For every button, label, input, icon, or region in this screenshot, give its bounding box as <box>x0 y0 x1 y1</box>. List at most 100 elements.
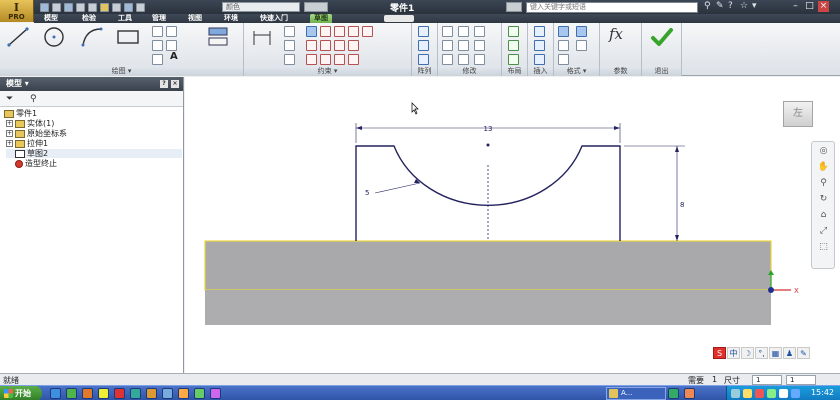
save-icon[interactable] <box>64 2 73 12</box>
look-at-icon[interactable]: ⌂ <box>817 210 830 221</box>
app-shortcut-icon[interactable] <box>146 388 157 399</box>
copy-icon[interactable] <box>442 40 453 51</box>
orbit-icon[interactable]: ↻ <box>817 194 830 205</box>
constrain-panel-label[interactable]: 约束 ▾ <box>244 66 411 76</box>
centerline-icon[interactable] <box>576 26 587 37</box>
ime-punctuation-icon[interactable]: °, <box>755 347 768 359</box>
appearance-select[interactable] <box>304 2 328 12</box>
ime-tools-icon[interactable]: ✎ <box>797 347 810 359</box>
ime-chinese-mode[interactable]: 中 <box>727 347 740 359</box>
horizontal-constraint-icon[interactable] <box>334 40 345 51</box>
redo-icon[interactable] <box>88 2 97 12</box>
media-player-icon[interactable] <box>82 388 93 399</box>
tray-app-icon[interactable] <box>779 389 788 398</box>
construction-line-icon[interactable] <box>558 26 569 37</box>
taskbar-inventor-window[interactable]: A... <box>606 387 666 400</box>
help-search-input[interactable]: 键入关键字或短语 <box>526 2 698 13</box>
acad-import-icon[interactable] <box>534 54 545 65</box>
expand-toggle[interactable]: + <box>6 140 13 147</box>
lock-constraint-icon[interactable] <box>362 26 373 37</box>
split-icon[interactable] <box>458 54 469 65</box>
explorer-icon[interactable] <box>98 388 109 399</box>
equal-constraint-icon[interactable] <box>348 40 359 51</box>
app-shortcut-icon[interactable] <box>210 388 221 399</box>
show-constraints-icon[interactable] <box>284 40 295 51</box>
app-shortcut-icon[interactable] <box>162 388 173 399</box>
app-shortcut-icon[interactable] <box>178 388 189 399</box>
create-block-icon[interactable] <box>508 54 519 65</box>
polygon-tool-icon[interactable] <box>166 40 177 51</box>
radius-dimension-text[interactable]: 5 <box>365 189 369 197</box>
steering-wheel-icon[interactable]: ◎ <box>817 146 830 157</box>
help-icon[interactable]: ? <box>728 1 733 11</box>
favorites-icon[interactable]: ☆ <box>740 1 748 11</box>
show-format-icon[interactable] <box>558 54 569 65</box>
constraint-settings-icon[interactable] <box>284 54 295 65</box>
rectangle-tool-icon[interactable] <box>116 25 140 49</box>
tree-node-origin[interactable]: + 原始坐标系 <box>6 129 67 138</box>
mirror-icon[interactable] <box>418 54 429 65</box>
browser-title[interactable]: 模型 ▾ <box>6 79 29 88</box>
print-icon[interactable] <box>136 2 145 12</box>
parallel-constraint-icon[interactable] <box>306 40 317 51</box>
extend-icon[interactable] <box>458 40 469 51</box>
arc-center-point[interactable] <box>486 143 490 147</box>
smooth-constraint-icon[interactable] <box>320 54 331 65</box>
help-dropdown-icon[interactable]: ▾ <box>752 1 757 11</box>
rotate-icon[interactable] <box>442 54 453 65</box>
tools-icon[interactable]: ✎ <box>716 1 724 11</box>
ellipse-tool-icon[interactable] <box>152 40 163 51</box>
driven-dimension-icon[interactable] <box>576 40 587 51</box>
search-options-button[interactable] <box>506 2 522 12</box>
pan-hand-icon[interactable]: ✋ <box>817 162 830 173</box>
insert-points-icon[interactable] <box>534 40 545 51</box>
taskbar-app-icon[interactable] <box>668 388 679 399</box>
tab-inspect[interactable]: 检验 <box>78 14 100 23</box>
sogou-logo-icon[interactable]: S <box>713 347 726 359</box>
find-binoculars-icon[interactable]: ⚲ <box>30 94 37 104</box>
format-panel-label[interactable]: 格式 ▾ <box>554 66 599 76</box>
binoculars-icon[interactable]: ⚲ <box>704 1 711 11</box>
stretch-icon[interactable] <box>474 40 485 51</box>
zoom-icon[interactable]: ⚲ <box>817 178 830 189</box>
tree-node-sketch[interactable]: 草图2 <box>6 149 182 158</box>
app-shortcut-icon[interactable] <box>114 388 125 399</box>
tab-sketch[interactable]: 草图 <box>310 14 332 23</box>
rectangular-pattern-icon[interactable] <box>418 26 429 37</box>
tree-node-end-of-part[interactable]: 造型终止 <box>6 159 57 168</box>
tree-node-part[interactable]: 零件1 <box>4 109 37 118</box>
network-icon[interactable] <box>731 389 740 398</box>
arc-tool-icon[interactable] <box>80 25 104 49</box>
insert-image-icon[interactable] <box>534 26 545 37</box>
tab-environment[interactable]: 环境 <box>220 14 242 23</box>
update-icon[interactable] <box>124 2 133 12</box>
fix-constraint-icon[interactable] <box>348 26 359 37</box>
application-menu-button[interactable]: I PRO <box>0 0 34 22</box>
vertical-constraint-icon[interactable] <box>334 54 345 65</box>
extruded-body-face[interactable] <box>204 240 772 291</box>
tab-view[interactable]: 视图 <box>184 14 206 23</box>
clock[interactable]: 15:42 <box>811 388 834 397</box>
make-part-icon[interactable] <box>508 26 519 37</box>
draw-panel-label[interactable]: 绘图 ▾ <box>0 66 243 76</box>
tab-getting-started[interactable]: 快速入门 <box>256 14 292 23</box>
trim-icon[interactable] <box>458 26 469 37</box>
tab-minimize-toggle[interactable] <box>384 15 414 22</box>
ime-moon-icon[interactable]: ☽ <box>741 347 754 359</box>
tree-node-solid-bodies[interactable]: + 实体(1) <box>6 119 54 128</box>
point-tool-icon[interactable] <box>152 54 163 65</box>
auto-dimension-icon[interactable] <box>284 26 295 37</box>
zoom-extents-icon[interactable]: ⤢ <box>817 226 830 237</box>
minimize-button[interactable]: – <box>790 1 801 12</box>
tangent-constraint-icon[interactable] <box>306 54 317 65</box>
expand-toggle[interactable]: + <box>6 130 13 137</box>
graphics-window[interactable]: 13 8 5 X 左 ◎ ✋ ⚲ ↻ ⌂ ⤢ ⬚ S 中 ☽ °, ▦ ♟ ✎ <box>185 77 840 373</box>
circular-pattern-icon[interactable] <box>418 40 429 51</box>
tab-model[interactable]: 模型 <box>40 14 62 23</box>
close-button[interactable]: × <box>818 1 829 12</box>
concentric-constraint-icon[interactable] <box>334 26 345 37</box>
scale-icon[interactable] <box>474 26 485 37</box>
radius-leader[interactable] <box>374 182 421 194</box>
offset-icon[interactable] <box>474 54 485 65</box>
move-icon[interactable] <box>442 26 453 37</box>
